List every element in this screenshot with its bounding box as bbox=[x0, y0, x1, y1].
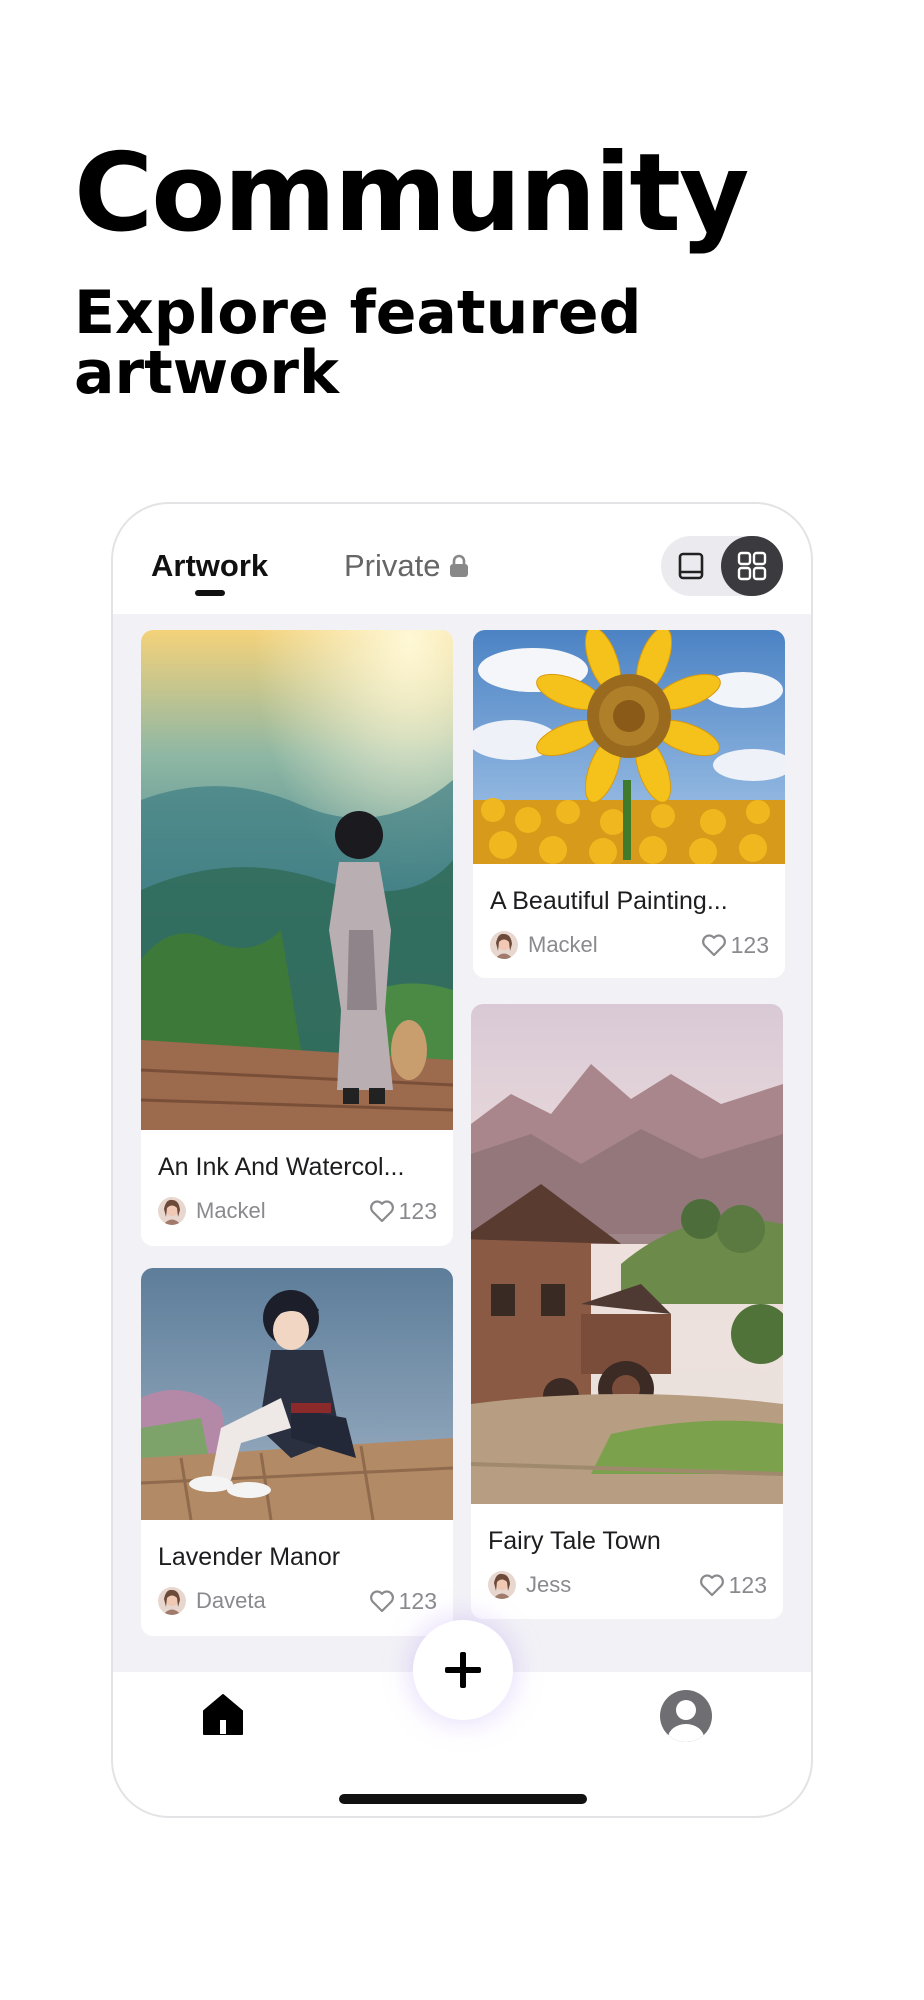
view-toggle bbox=[661, 536, 783, 596]
heart-icon bbox=[701, 934, 726, 957]
artwork-image bbox=[141, 1268, 453, 1520]
profile-icon[interactable] bbox=[660, 1690, 712, 1742]
artwork-meta: Daveta 123 bbox=[158, 1586, 437, 1616]
artwork-meta: Mackel 123 bbox=[158, 1196, 437, 1226]
artwork-title: Fairy Tale Town bbox=[488, 1527, 661, 1555]
active-tab-indicator bbox=[195, 590, 225, 596]
plus-icon bbox=[445, 1652, 481, 1688]
tab-artwork[interactable]: Artwork bbox=[151, 548, 268, 584]
page-subtitle: Explore featured artwork bbox=[74, 278, 642, 408]
author-name: Mackel bbox=[528, 932, 598, 957]
lock-icon bbox=[450, 554, 469, 577]
like-count: 123 bbox=[398, 1197, 437, 1224]
page-title: Community bbox=[74, 131, 749, 256]
avatar bbox=[488, 1571, 516, 1599]
home-indicator bbox=[339, 1794, 587, 1804]
author-name: Jess bbox=[526, 1572, 572, 1597]
like-count: 123 bbox=[728, 1571, 767, 1598]
heart-icon bbox=[369, 1590, 394, 1613]
author-name: Daveta bbox=[196, 1588, 266, 1613]
like-count: 123 bbox=[398, 1587, 437, 1614]
artwork-image bbox=[473, 630, 785, 864]
like-count: 123 bbox=[730, 931, 769, 958]
like-button[interactable]: 123 bbox=[699, 1572, 767, 1599]
artwork-card[interactable]: A Beautiful Painting... Mackel 123 bbox=[473, 630, 785, 978]
grid-view-icon bbox=[737, 551, 767, 581]
artwork-image bbox=[141, 630, 453, 1130]
artwork-card[interactable]: Lavender Manor Daveta 123 bbox=[141, 1268, 453, 1636]
artwork-title: An Ink And Watercol... bbox=[158, 1153, 405, 1181]
home-icon[interactable] bbox=[201, 1692, 245, 1736]
tab-private-label: Private bbox=[344, 548, 441, 583]
artwork-meta: Jess 123 bbox=[488, 1570, 767, 1600]
author-name: Mackel bbox=[196, 1198, 266, 1223]
like-button[interactable]: 123 bbox=[369, 1198, 437, 1225]
artwork-title: A Beautiful Painting... bbox=[490, 887, 728, 915]
avatar bbox=[158, 1197, 186, 1225]
artwork-image bbox=[471, 1004, 783, 1504]
like-button[interactable]: 123 bbox=[369, 1588, 437, 1615]
phone-mockup: Artwork Private An Ink And Watercol... M… bbox=[111, 502, 813, 1818]
avatar bbox=[158, 1587, 186, 1615]
grid-view-button[interactable] bbox=[721, 536, 783, 596]
create-button[interactable] bbox=[413, 1620, 513, 1720]
avatar bbox=[490, 931, 518, 959]
artwork-meta: Mackel 123 bbox=[490, 930, 769, 960]
heart-icon bbox=[369, 1200, 394, 1223]
heart-icon bbox=[699, 1574, 724, 1597]
tab-private[interactable]: Private bbox=[344, 548, 470, 584]
single-view-button[interactable] bbox=[667, 542, 715, 590]
artwork-card[interactable]: Fairy Tale Town Jess 123 bbox=[471, 1004, 783, 1619]
like-button[interactable]: 123 bbox=[701, 932, 769, 959]
artwork-title: Lavender Manor bbox=[158, 1543, 341, 1571]
artwork-card[interactable]: An Ink And Watercol... Mackel 123 bbox=[141, 630, 453, 1246]
single-view-icon bbox=[678, 552, 704, 580]
